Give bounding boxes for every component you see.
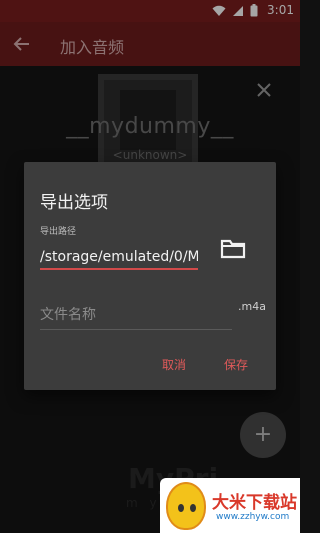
extension-label: .m4a bbox=[238, 300, 266, 313]
site-logo: 大米下载站 www.zzhyw.com bbox=[160, 478, 300, 533]
folder-icon[interactable] bbox=[220, 238, 246, 260]
logo-url: www.zzhyw.com bbox=[216, 512, 290, 522]
save-button[interactable]: 保存 bbox=[224, 356, 248, 373]
egg-mascot-icon bbox=[166, 482, 206, 530]
export-dialog: 导出选项 导出路径 .m4a 取消 保存 bbox=[24, 162, 276, 390]
logo-title: 大米下载站 bbox=[212, 493, 297, 513]
dialog-title: 导出选项 bbox=[40, 193, 108, 213]
path-label: 导出路径 bbox=[40, 227, 77, 237]
path-input[interactable] bbox=[40, 240, 198, 270]
filename-input[interactable] bbox=[40, 300, 232, 330]
cancel-button[interactable]: 取消 bbox=[162, 356, 186, 373]
